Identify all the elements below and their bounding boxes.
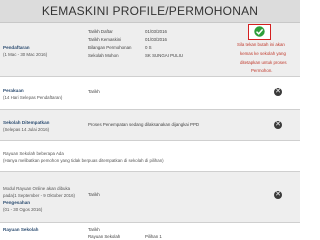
rayuan-sekolah-value-label: Rayuan Sekolah: [88, 234, 121, 239]
rayuan-info-line1: Rayuan Sekolah beberapa Ada: [3, 151, 64, 156]
close-icon[interactable]: ✕: [274, 88, 282, 96]
pengesahan-title: Pengesahan: [3, 200, 31, 205]
rayuan-sekolah-label: Tarikh: [88, 227, 100, 232]
row-perakuan: Perakuan (14 Hari Selepas Pendaftaran) T…: [0, 77, 300, 110]
field-label: Bilangan Permohonan: [88, 45, 132, 50]
check-button[interactable]: [248, 24, 271, 40]
row-sekolah-ditempatkan: Sekolah Ditempatkan (Selepas 14 Julai 20…: [0, 110, 300, 141]
perakuan-title: Perakuan: [3, 88, 24, 93]
field-value: 0 S: [145, 45, 152, 50]
pengesahan-dates: (01 - 30 Ogos 2016): [3, 207, 43, 212]
rayuan-sekolah-title: Rayuan Sekolah: [3, 227, 39, 232]
sekolah-title: Sekolah Ditempatkan: [3, 120, 50, 125]
pengesahan-date-label: Tarikh: [88, 192, 100, 197]
field-label: Tarikh Kemaskini: [88, 37, 122, 42]
perakuan-dates: (14 Hari Selepas Pendaftaran): [3, 95, 63, 100]
pendaftaran-note: Permohon.: [251, 68, 273, 73]
row-rayuan-info: Rayuan Sekolah beberapa Ada (Hanya melib…: [0, 141, 300, 172]
check-icon: [254, 26, 265, 37]
close-icon[interactable]: ✕: [274, 121, 282, 129]
close-icon[interactable]: ✕: [274, 191, 282, 199]
pendaftaran-note: kemas ke sekolah yang: [240, 51, 286, 56]
rayuan-sekolah-value: Pilihan 1: [145, 234, 162, 239]
pendaftaran-dates: (1 Mac - 30 Mac 2016): [3, 52, 48, 57]
field-value: SK SUNGAI PULIU: [145, 53, 184, 58]
field-value: 01/03/2016: [145, 29, 167, 34]
sekolah-dates: (Selepas 14 Julai 2016): [3, 127, 50, 132]
rayuan-info-line2: (Hanya melibatkan pemohon yang tidak ber…: [3, 158, 164, 163]
field-label: Sekolah Mohon: [88, 53, 119, 58]
pendaftaran-title: Pendaftaran: [3, 45, 30, 50]
page-title: KEMASKINI PROFILE/PERMOHONAN: [0, 0, 300, 23]
field-label: Tarikh Daftar: [88, 29, 113, 34]
pendaftaran-note: ditetapkan untuk proses: [240, 60, 287, 65]
field-value: 01/03/2016: [145, 37, 167, 42]
modul-line1: Modul Rayuan Online akan dibuka: [3, 186, 71, 191]
row-rayuan-sekolah: Rayuan Sekolah Tarikh Rayuan Sekolah Pil…: [0, 223, 300, 239]
modul-line2: pada(1 September - 9 Oktober 2016): [3, 193, 75, 198]
perakuan-date-label: Tarikh: [88, 89, 100, 94]
pendaftaran-note: Sila tekan butah ini akan: [237, 42, 285, 47]
row-pengesahan: Modul Rayuan Online akan dibuka pada(1 S…: [0, 172, 300, 223]
sekolah-status-text: Proses Penempatan sedang dilaksanakan di…: [88, 122, 200, 127]
